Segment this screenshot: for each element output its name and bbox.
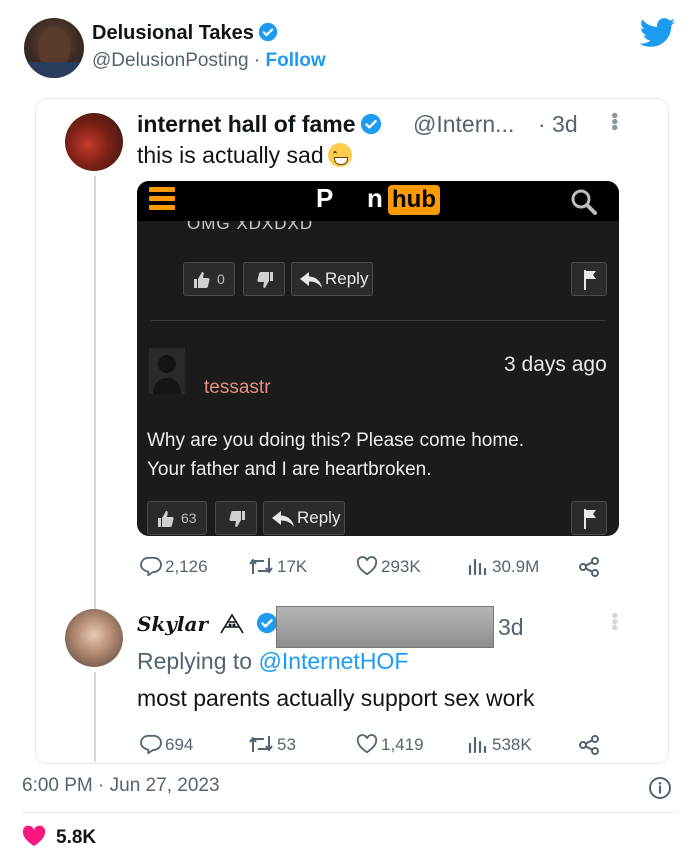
author-handle: @DelusionPosting · Follow xyxy=(92,50,326,71)
tweet-text: most parents actually support sex work xyxy=(137,685,535,711)
thread-line xyxy=(94,672,96,762)
thumbs-down-button xyxy=(243,262,285,296)
site-header: P n hub xyxy=(137,181,619,221)
comment-line: Your father and I are heartbroken. xyxy=(147,459,432,480)
thumbs-up-icon xyxy=(158,511,174,527)
author-name[interactable]: Skylar xyxy=(137,612,278,636)
share-icon[interactable] xyxy=(578,734,600,756)
retweet-icon xyxy=(249,558,273,574)
heart-icon xyxy=(356,734,378,754)
author-name[interactable]: Delusional Takes xyxy=(92,22,278,45)
thumbs-up-button: 63 xyxy=(147,501,207,535)
site-logo-letter: P xyxy=(316,183,334,213)
heart-filled-icon xyxy=(22,825,46,846)
comment-divider xyxy=(151,320,605,321)
hamburger-menu-icon xyxy=(149,187,175,213)
truncated-comment: OMG XDXDXD xyxy=(187,221,314,233)
embedded-screenshot[interactable]: P n hub OMG XDXDXD 0 Reply tessastr 3 da… xyxy=(137,181,619,536)
like-count[interactable]: 1,419 xyxy=(356,734,424,755)
user-placeholder-icon xyxy=(149,348,185,394)
tweet-time[interactable]: · 3d xyxy=(538,111,578,138)
comment-line: Why are you doing this? Please come home… xyxy=(147,430,525,451)
author-handle: @Intern... xyxy=(413,111,515,137)
site-logo-letter: n xyxy=(367,183,383,213)
verified-badge-icon xyxy=(258,22,278,42)
view-count[interactable]: 30.9M xyxy=(467,556,539,577)
flag-icon xyxy=(584,270,596,290)
divider xyxy=(22,812,678,813)
thumbs-down-icon xyxy=(257,272,273,288)
tweet-text: this is actually sad xyxy=(137,142,352,169)
thumbs-down-icon xyxy=(229,511,245,527)
thumbs-down-button xyxy=(215,501,257,535)
like-button[interactable]: 5.8K xyxy=(22,825,96,849)
comment-text: Why are you doing this? Please come home… xyxy=(147,426,607,484)
thumbs-up-button: 0 xyxy=(183,262,235,296)
site-logo-badge: hub xyxy=(388,185,440,215)
share-icon[interactable] xyxy=(578,556,600,578)
flag-button xyxy=(571,501,607,535)
search-icon xyxy=(571,189,597,215)
author-name[interactable]: internet hall of fame xyxy=(137,111,382,138)
reply-count[interactable]: 2,126 xyxy=(140,556,208,577)
owl-logo-icon xyxy=(220,613,244,634)
flag-icon xyxy=(584,509,596,529)
more-options-icon[interactable]: ••• xyxy=(602,112,625,130)
tweet-time[interactable]: 3d xyxy=(498,614,524,641)
replying-to: Replying to @InternetHOF xyxy=(137,648,409,674)
views-chart-icon xyxy=(468,558,487,576)
follow-button[interactable]: Follow xyxy=(265,50,325,71)
more-options-icon[interactable]: ••• xyxy=(602,612,625,630)
mention-link[interactable]: @InternetHOF xyxy=(258,648,408,674)
reply-arrow-icon xyxy=(300,272,322,288)
reply-bubble-icon xyxy=(140,556,162,577)
retweet-count[interactable]: 53 xyxy=(248,734,296,755)
reply-arrow-icon xyxy=(272,511,294,527)
reply-button: Reply xyxy=(263,501,345,535)
tweet-timestamp[interactable]: 6:00 PM · Jun 27, 2023 xyxy=(22,775,220,797)
thumbs-up-icon xyxy=(194,272,210,288)
commenter-name: tessastr xyxy=(204,377,271,398)
grinning-sweat-emoji-icon xyxy=(327,143,352,167)
verified-badge-icon xyxy=(360,113,381,135)
views-chart-icon xyxy=(468,736,487,754)
verified-badge-icon xyxy=(256,612,278,634)
reply-bubble-icon xyxy=(140,734,162,755)
retweet-icon xyxy=(249,736,273,752)
flag-button xyxy=(571,262,607,296)
twitter-bird-icon[interactable] xyxy=(640,18,676,48)
info-icon[interactable] xyxy=(648,776,672,800)
view-count[interactable]: 538K xyxy=(467,734,532,755)
comment-time: 3 days ago xyxy=(504,353,607,376)
redacted-handle xyxy=(276,606,494,648)
avatar[interactable] xyxy=(24,18,84,78)
reply-button: Reply xyxy=(291,262,373,296)
thread-line xyxy=(94,176,96,616)
retweet-count[interactable]: 17K xyxy=(248,556,307,577)
like-count[interactable]: 293K xyxy=(356,556,421,577)
reply-count[interactable]: 694 xyxy=(140,734,193,755)
heart-icon xyxy=(356,556,378,576)
avatar[interactable] xyxy=(65,609,123,667)
like-total: 5.8K xyxy=(56,827,97,848)
avatar[interactable] xyxy=(65,113,123,171)
